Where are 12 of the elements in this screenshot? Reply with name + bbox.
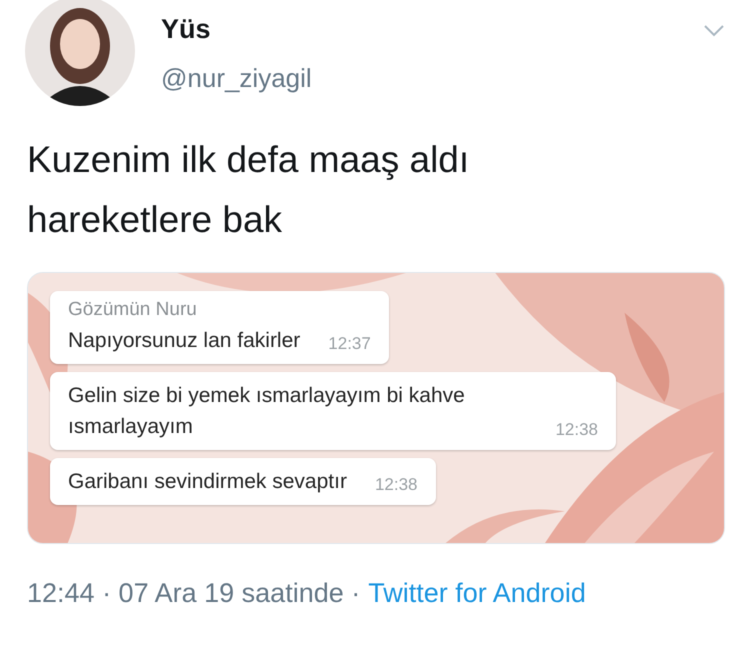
tweet-timestamp: 12:44 · 07 Ara 19 saatinde · bbox=[27, 578, 360, 609]
sender-name: Gözümün Nuru bbox=[68, 299, 197, 321]
message-time: 12:37 bbox=[328, 334, 371, 355]
author-name[interactable]: Yüs bbox=[161, 14, 211, 45]
message-text: Napıyorsunuz lan fakirler bbox=[68, 328, 300, 354]
author-handle[interactable]: @nur_ziyagil bbox=[161, 63, 312, 94]
message-time: 12:38 bbox=[374, 475, 418, 496]
tweet-text: Kuzenim ilk defa maaş aldı hareketlere bak bbox=[27, 138, 470, 242]
message-text: Gelin size bi yemek ısmarlayayım bi kahve ısmarlayayım bbox=[68, 383, 466, 440]
message-time: 12:38 bbox=[555, 420, 598, 441]
message-text: Garibanı sevindirmek sevaptır bbox=[68, 469, 347, 495]
attached-image[interactable]: Gözümün Nuru Napıyorsunuz lan fakirler 12:37 Gelin size bi yemek ısmarlayayım bi kahve ısmarlayayım 12:38 Garibanı sevindirmek sevaptır 12:38 bbox=[27, 272, 725, 544]
